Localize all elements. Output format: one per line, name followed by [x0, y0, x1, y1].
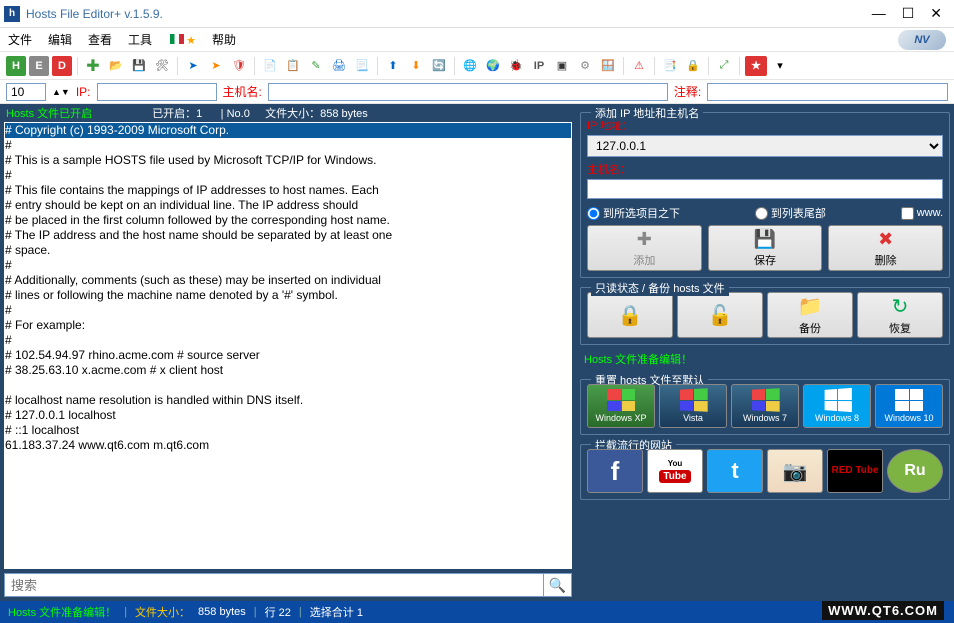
group-block-sites: 拦截流行的网站 f YouTube t 📷 RED Tube Ru	[580, 444, 950, 500]
menu-edit[interactable]: 编辑	[48, 31, 72, 48]
app-icon: h	[4, 6, 20, 22]
ready-edit-text: Hosts 文件准备编辑！	[580, 348, 950, 370]
ip-param-input[interactable]	[97, 83, 217, 101]
os-vista-button[interactable]: Vista	[659, 384, 727, 428]
youtube-site-button[interactable]: YouTube	[647, 449, 703, 493]
search-input[interactable]	[4, 573, 544, 597]
menu-view[interactable]: 查看	[88, 31, 112, 48]
instagram-site-button[interactable]: 📷	[767, 449, 823, 493]
print-icon[interactable]: 🖨	[329, 56, 349, 76]
chevron-down-icon[interactable]: ▾	[770, 56, 790, 76]
page-icon[interactable]: 📃	[352, 56, 372, 76]
hostname-input[interactable]	[587, 179, 943, 199]
e-icon[interactable]: E	[29, 56, 49, 76]
redtube-site-button[interactable]: RED Tube	[827, 449, 883, 493]
group-add-ip-host: 添加 IP 地址和主机名 IP 地址： 127.0.0.1 主机名： 到所选项目…	[580, 112, 950, 278]
backup-button[interactable]: 📁备份	[767, 292, 853, 338]
radio-below-selected[interactable]	[587, 207, 600, 220]
hostname-label: 主机名：	[587, 161, 943, 177]
down-icon[interactable]: ⬇	[406, 56, 426, 76]
expand-icon[interactable]: ⤢	[714, 56, 734, 76]
edit-icon[interactable]: ✎	[306, 56, 326, 76]
twitter-site-button[interactable]: t	[707, 449, 763, 493]
orange-arrow-icon[interactable]: ➤	[206, 56, 226, 76]
menu-language[interactable]: ★	[168, 33, 196, 47]
host-param-input[interactable]	[268, 83, 668, 101]
warning-icon[interactable]: ⚠	[629, 56, 649, 76]
h-icon[interactable]: H	[6, 56, 26, 76]
delete-button[interactable]: ✖删除	[828, 225, 943, 271]
lock-grey-button[interactable]: 🔓	[677, 292, 763, 338]
restore-button[interactable]: ↻恢复	[857, 292, 943, 338]
add-icon[interactable]: ✚	[83, 56, 103, 76]
toolbar: H E D ✚ 📂 💾 🛠 ➤ ➤ 🛡 📄 📋 ✎ 🖨 📃 ⬆ ⬇ 🔄 🌐 🌍 …	[0, 52, 954, 80]
blue-arrow-icon[interactable]: ➤	[183, 56, 203, 76]
search-button[interactable]: 🔍	[544, 573, 572, 597]
save-button[interactable]: 💾保存	[708, 225, 823, 271]
window-title: Hosts File Editor+ v.1.5.9.	[26, 7, 872, 21]
number-input[interactable]	[6, 83, 46, 101]
folder-open-icon[interactable]: 📂	[106, 56, 126, 76]
os-10-button[interactable]: Windows 10	[875, 384, 943, 428]
ip-icon[interactable]: IP	[529, 56, 549, 76]
watermark: WWW.QT6.COM	[822, 601, 944, 620]
ip-address-select[interactable]: 127.0.0.1	[587, 135, 943, 157]
terminal-icon[interactable]: ▣	[552, 56, 572, 76]
globe2-icon[interactable]: 🌍	[483, 56, 503, 76]
group-readonly-backup: 只读状态 / 备份 hosts 文件 🔒 🔓 📁备份 ↻恢复	[580, 287, 950, 345]
left-pane: Hosts 文件已开启 已开启：1 | No.0 文件大小：858 bytes …	[0, 104, 576, 601]
host-param-label: 主机名:	[223, 83, 262, 100]
close-button[interactable]: ✕	[930, 5, 942, 22]
menu-tools[interactable]: 工具	[128, 31, 152, 48]
add-button[interactable]: ✚添加	[587, 225, 702, 271]
hosts-editor[interactable]: # Copyright (c) 1993-2009 Microsoft Corp…	[4, 122, 572, 569]
list-icon[interactable]: 📑	[660, 56, 680, 76]
radio-end-of-list[interactable]	[755, 207, 768, 220]
hosts-status: Hosts 文件已开启	[6, 105, 92, 121]
comment-param-input[interactable]	[707, 83, 948, 101]
ip-param-label: IP:	[76, 85, 91, 99]
os-xp-button[interactable]: Windows XP	[587, 384, 655, 428]
copy-icon[interactable]: 📄	[260, 56, 280, 76]
menu-help[interactable]: 帮助	[212, 31, 236, 48]
lock-red-button[interactable]: 🔒	[587, 292, 673, 338]
minimize-button[interactable]: —	[872, 5, 886, 22]
tools-icon[interactable]: 🛠	[152, 56, 172, 76]
window-icon[interactable]: 🪟	[598, 56, 618, 76]
titlebar: h Hosts File Editor+ v.1.5.9. — ☐ ✕	[0, 0, 954, 28]
shield-icon[interactable]: 🛡	[229, 56, 249, 76]
checkbox-www[interactable]	[901, 207, 914, 220]
paste-icon[interactable]: 📋	[283, 56, 303, 76]
right-pane: 添加 IP 地址和主机名 IP 地址： 127.0.0.1 主机名： 到所选项目…	[576, 104, 954, 601]
lock-icon[interactable]: 🔒	[683, 56, 703, 76]
save-icon[interactable]: 💾	[129, 56, 149, 76]
statusbar: Hosts 文件准备编辑！ | 文件大小： 858 bytes | 行 22 |…	[0, 601, 954, 623]
maximize-button[interactable]: ☐	[902, 5, 915, 22]
ru-site-button[interactable]: Ru	[887, 449, 943, 493]
d-icon[interactable]: D	[52, 56, 72, 76]
comment-param-label: 注释:	[674, 83, 701, 100]
os-8-button[interactable]: Windows 8	[803, 384, 871, 428]
globe-icon[interactable]: 🌐	[460, 56, 480, 76]
bug-icon[interactable]: 🐞	[506, 56, 526, 76]
group-reset-defaults: 重置 hosts 文件至默认 Windows XP Vista Windows …	[580, 379, 950, 435]
menubar: 文件 编辑 查看 工具 ★ 帮助 NV	[0, 28, 954, 52]
gear2-icon[interactable]: ⚙	[575, 56, 595, 76]
up-icon[interactable]: ⬆	[383, 56, 403, 76]
menu-file[interactable]: 文件	[8, 31, 32, 48]
nv-logo: NV	[898, 30, 946, 50]
os-7-button[interactable]: Windows 7	[731, 384, 799, 428]
params-bar: ▲▼ IP: 主机名: 注释:	[0, 80, 954, 104]
china-flag-icon[interactable]: ★	[745, 56, 767, 76]
refresh-icon[interactable]: 🔄	[429, 56, 449, 76]
status-ready: Hosts 文件准备编辑！	[8, 604, 116, 620]
facebook-site-button[interactable]: f	[587, 449, 643, 493]
